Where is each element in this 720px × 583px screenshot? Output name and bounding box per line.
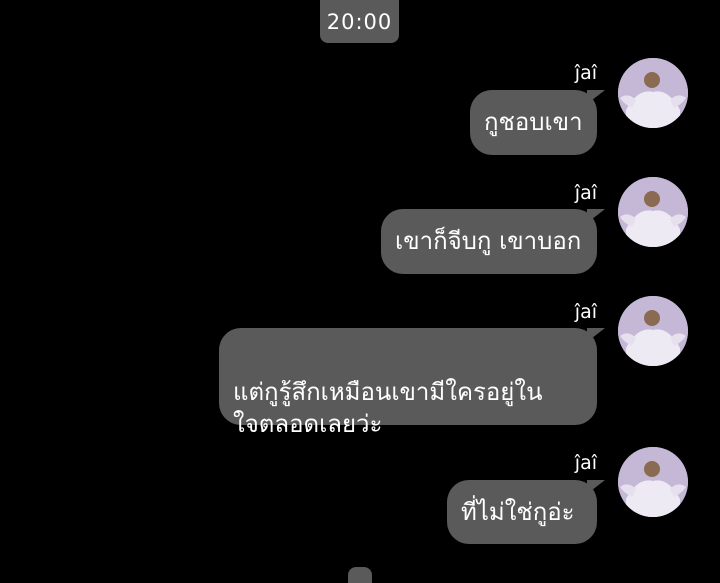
message-bubble[interactable]: ที่ไม่ใช่กูอ่ะ — [447, 480, 597, 544]
timestamp-text: 20:00 — [326, 9, 393, 34]
message-text: เขาก็จีบกู เขาบอก — [395, 227, 582, 255]
avatar[interactable] — [618, 296, 688, 366]
message-text: แต่กูรู้สึกเหมือนเขามีใครอยู่ใน ใจตลอดเล… — [233, 378, 543, 438]
avatar-image-icon — [618, 177, 688, 247]
sender-name: ĵaî — [574, 452, 597, 474]
timestamp-pill: 20:00 — [320, 0, 399, 43]
avatar[interactable] — [618, 447, 688, 517]
message-bubble[interactable]: เขาก็จีบกู เขาบอก — [381, 209, 597, 274]
message-bubble[interactable]: กูชอบเขา — [470, 90, 597, 155]
avatar-image-icon — [618, 296, 688, 366]
sender-name: ĵaî — [574, 301, 597, 323]
sender-name: ĵaî — [574, 182, 597, 204]
sender-name: ĵaî — [574, 62, 597, 84]
message-text: ที่ไม่ใช่กูอ่ะ — [461, 498, 575, 526]
avatar-image-icon — [618, 58, 688, 128]
avatar[interactable] — [618, 58, 688, 128]
scroll-indicator[interactable] — [348, 567, 372, 583]
message-bubble[interactable]: แต่กูรู้สึกเหมือนเขามีใครอยู่ใน ใจตลอดเล… — [219, 328, 597, 438]
message-text: กูชอบเขา — [484, 108, 583, 136]
avatar-image-icon — [618, 447, 688, 517]
avatar[interactable] — [618, 177, 688, 247]
